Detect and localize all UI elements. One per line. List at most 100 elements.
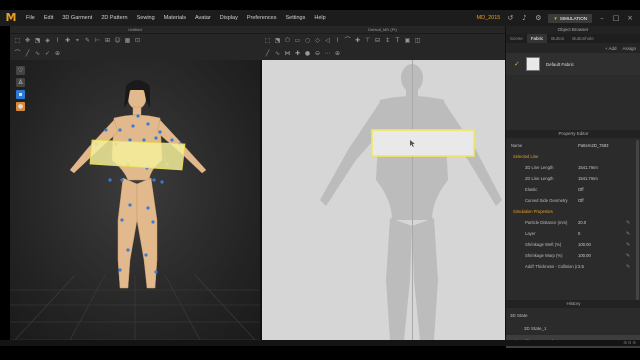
check-icon[interactable]: ✓: [44, 50, 51, 57]
transform-icon[interactable]: ⬔: [34, 37, 41, 44]
brush-icon[interactable]: ✎: [84, 37, 91, 44]
menu-preferences[interactable]: Preferences: [247, 15, 277, 21]
avatar-icon[interactable]: ♙: [16, 78, 25, 87]
pattern-icon[interactable]: ◫: [414, 37, 421, 44]
prop-2d-line-length-value[interactable]: 1541.7mm: [578, 176, 634, 181]
prop-add-thickness-value[interactable]: 2.5: [578, 264, 626, 269]
freesew-2d-icon[interactable]: ∿: [274, 50, 281, 57]
menu-settings[interactable]: Settings: [285, 15, 305, 21]
menu-edit[interactable]: Edit: [44, 15, 53, 21]
history-icon[interactable]: ↺: [506, 14, 514, 22]
polygon-icon[interactable]: ⬠: [284, 37, 291, 44]
prop-add-thickness-label: Add'l Thickness - Collision (r: [525, 264, 578, 269]
edit-pencil-icon[interactable]: ✎: [626, 264, 634, 270]
prop-shrink-weft-value[interactable]: 100.00: [578, 242, 626, 247]
section-selected-line[interactable]: Selected Line: [506, 151, 634, 162]
edit-pencil-icon[interactable]: ✎: [626, 220, 634, 226]
menu-help[interactable]: Help: [314, 15, 325, 21]
notch-icon[interactable]: ⊤: [364, 37, 371, 44]
tab-button[interactable]: Button: [547, 34, 568, 43]
trace-icon[interactable]: ⌇: [334, 37, 341, 44]
history-root[interactable]: 3D State: [506, 309, 640, 322]
person-icon[interactable]: ●: [16, 102, 25, 111]
toolbar-3d-row-1: ⬚ ✥ ⬔ ◈ ⌇ ✚ ⌖ ✎ ⊢ ⊞ ☺ ▦ ⊡: [10, 34, 260, 47]
property-scrollbar[interactable]: [636, 140, 639, 300]
close-icon[interactable]: ×: [626, 14, 634, 22]
add-fabric-button[interactable]: + Add: [605, 46, 617, 51]
circle-icon[interactable]: ○: [304, 37, 311, 44]
minimize-icon[interactable]: –: [598, 14, 606, 22]
maximize-icon[interactable]: □: [612, 14, 620, 22]
texture-icon[interactable]: ▦: [124, 37, 131, 44]
arrange-icon[interactable]: ⊞: [104, 37, 111, 44]
object-browser-title: Object Browser: [506, 26, 640, 34]
tab-fabric[interactable]: Fabric: [526, 34, 548, 43]
grain-icon[interactable]: ↕: [384, 37, 391, 44]
settings-icon[interactable]: ⚙: [534, 14, 542, 22]
garment-view-icon[interactable]: ⊡: [134, 37, 141, 44]
tack-icon[interactable]: ✚: [64, 37, 71, 44]
menu-file[interactable]: File: [26, 15, 35, 21]
section-simulation-properties[interactable]: Simulation Properties: [506, 206, 634, 217]
select-icon[interactable]: ⬚: [14, 37, 21, 44]
fabric-swatch: [525, 57, 540, 71]
edit-pencil-icon[interactable]: ✎: [626, 253, 634, 259]
measure-icon[interactable]: ⊢: [94, 37, 101, 44]
topstitch-icon[interactable]: ⋯: [324, 50, 331, 57]
prop-layer-value[interactable]: 0: [578, 231, 626, 236]
button-icon[interactable]: ●: [304, 50, 311, 57]
prop-shrink-warp-label: Shrinkage Warp (%): [525, 253, 563, 258]
viewport-2d[interactable]: [260, 60, 505, 340]
sewing-icon[interactable]: ⌒: [14, 50, 21, 57]
tab-buttonhole[interactable]: Buttonhole: [568, 34, 598, 43]
simulation-button[interactable]: ▼ SIMULATION: [548, 13, 592, 23]
buttonhole-icon[interactable]: ⊖: [314, 50, 321, 57]
rectangle-pattern-3d: [89, 139, 186, 171]
tab-scene[interactable]: Scene: [506, 34, 527, 43]
zoom-2d-icon[interactable]: ⊕: [334, 50, 341, 57]
dart-icon[interactable]: ◁: [324, 37, 331, 44]
hanger-icon[interactable]: ♡: [16, 66, 25, 75]
transform-pattern-icon[interactable]: ⬚: [264, 37, 271, 44]
edit-point-icon[interactable]: ◈: [44, 37, 51, 44]
edit-curve-icon[interactable]: ⌒: [344, 37, 351, 44]
prop-3d-line-length-value: 1541.7mm: [578, 165, 598, 170]
image-icon[interactable]: ▣: [404, 37, 411, 44]
prop-shrink-warp-value[interactable]: 100.00: [578, 253, 626, 258]
m-n-sew-icon[interactable]: ⋈: [284, 50, 291, 57]
viewport-3d[interactable]: ♡ ♙ ▪ ●: [10, 60, 260, 340]
rectangle-icon[interactable]: ▭: [294, 37, 301, 44]
tack-2d-icon[interactable]: ✚: [294, 50, 301, 57]
fabric-list-item[interactable]: ✓ Default Fabric: [506, 53, 640, 75]
prop-particle-value[interactable]: 20.0: [578, 220, 626, 225]
assign-button[interactable]: Assign: [622, 46, 636, 51]
freesew-icon[interactable]: ∿: [34, 50, 41, 57]
edit-pattern-icon[interactable]: ⬔: [274, 37, 281, 44]
prop-curved-value[interactable]: Off: [578, 198, 634, 203]
avatar-view-icon[interactable]: ☺: [114, 37, 121, 44]
volume-icon[interactable]: ♪: [520, 14, 528, 22]
edit-pencil-icon[interactable]: ✎: [626, 231, 634, 237]
fold-icon[interactable]: ⌇: [54, 37, 61, 44]
menu-avatar[interactable]: Avatar: [195, 15, 211, 21]
segment-icon[interactable]: ╱: [24, 50, 31, 57]
pin-icon[interactable]: ⌖: [74, 37, 81, 44]
menu-display[interactable]: Display: [220, 15, 238, 21]
prop-name-value[interactable]: Pattern2D_7583: [578, 143, 634, 148]
move-icon[interactable]: ✥: [24, 37, 31, 44]
menu-sewing[interactable]: Sewing: [137, 15, 155, 21]
symmetric-icon[interactable]: ⊟: [374, 37, 381, 44]
segment-sew-icon[interactable]: ╱: [264, 50, 271, 57]
internal-polygon-icon[interactable]: ◇: [314, 37, 321, 44]
menu-3d-garment[interactable]: 3D Garment: [62, 15, 92, 21]
prop-elastic-value[interactable]: Off: [578, 187, 634, 192]
menu-materials[interactable]: Materials: [164, 15, 186, 21]
text-icon[interactable]: T: [394, 37, 401, 44]
history-item[interactable]: 3D State_1: [506, 322, 640, 335]
edit-pencil-icon[interactable]: ✎: [626, 242, 634, 248]
object-browser-tabs: Scene Fabric Button Buttonhole: [506, 34, 640, 43]
add-point-icon[interactable]: ✚: [354, 37, 361, 44]
garment-icon[interactable]: ▪: [16, 90, 25, 99]
menu-2d-pattern[interactable]: 2D Pattern: [101, 15, 127, 21]
zoom-icon[interactable]: ⊕: [54, 50, 61, 57]
